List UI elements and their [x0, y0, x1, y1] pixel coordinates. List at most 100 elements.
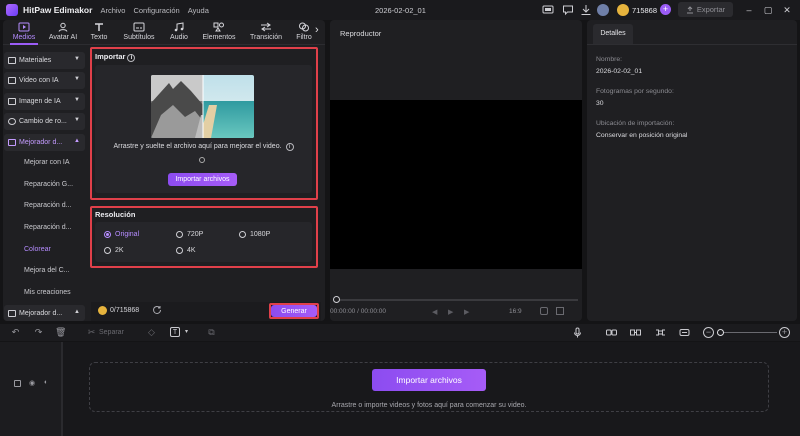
radio-2k[interactable]: 2K — [104, 247, 124, 254]
next-frame-icon[interactable]: ▶ — [464, 308, 469, 316]
add-credits-button[interactable]: + — [660, 4, 671, 15]
tab-filtro[interactable]: Filtro — [293, 22, 315, 41]
tab-audio[interactable]: Audio — [167, 22, 191, 41]
sidebar-sub-mis-creaciones[interactable]: Mis creaciones — [24, 289, 71, 296]
feedback-icon[interactable] — [562, 4, 574, 16]
text-tool-icon[interactable]: T — [170, 327, 180, 337]
tab-detalles[interactable]: Detalles — [593, 24, 633, 44]
detail-location-label: Ubicación de importación: — [596, 120, 675, 127]
playback-time: 00:00:00 / 00:00:00 — [330, 308, 387, 315]
magnet-icon[interactable] — [630, 327, 641, 338]
fit-icon[interactable] — [679, 327, 690, 338]
coin-icon — [98, 306, 107, 315]
radio-720p[interactable]: 720P — [176, 231, 203, 238]
app-name: HitPaw Edimakor — [23, 5, 93, 15]
menu-ayuda[interactable]: Ayuda — [188, 6, 209, 15]
prev-frame-icon[interactable]: ◀ — [432, 308, 437, 316]
elements-icon — [213, 22, 225, 32]
timeline-hint: Arrastre o importe videos y fotos aquí p… — [331, 402, 527, 409]
microphone-icon[interactable] — [572, 327, 583, 338]
sidebar-sub-colorear[interactable]: Colorear — [24, 246, 51, 253]
snapshot-icon[interactable] — [540, 307, 548, 315]
tab-texto[interactable]: Texto — [87, 22, 111, 41]
sample-preview-image — [151, 75, 254, 138]
aspect-ratio[interactable]: 16:9 — [509, 308, 522, 315]
sidebar-sub-mejorar-ia[interactable]: Mejorar con IA — [24, 159, 70, 166]
seek-bar[interactable] — [335, 299, 578, 301]
menu-configuracion[interactable]: Configuración — [133, 6, 179, 15]
tab-subtitulos[interactable]: Subtítulos — [119, 22, 159, 41]
chevron-down-icon[interactable]: ▾ — [181, 327, 192, 338]
import-files-button[interactable]: Importar archivos — [168, 173, 237, 186]
sidebar-item-cambio[interactable]: Cambio de ro... ▼ — [4, 113, 85, 130]
zoom-out-icon[interactable]: − — [703, 327, 714, 338]
sidebar-item-imagen-ia[interactable]: Imagen de IA ▼ — [4, 93, 85, 110]
sidebar-item-materiales[interactable]: Materiales ▼ — [4, 52, 85, 69]
resolution-card — [95, 222, 312, 262]
player-title: Reproductor — [340, 29, 382, 38]
export-button[interactable]: Exportar — [678, 2, 733, 17]
sidebar-item-mejorador[interactable]: Mejorador d... ▲ — [4, 134, 85, 151]
detail-name-value: 2026-02-02_01 — [596, 68, 643, 75]
undo-icon[interactable]: ↶ — [10, 327, 21, 338]
tab-transicion[interactable]: Transición — [247, 22, 285, 41]
split-icon[interactable]: ✂ — [86, 327, 97, 338]
refresh-icon[interactable] — [152, 305, 162, 315]
download-icon[interactable] — [580, 4, 592, 16]
track-lock-icon[interactable] — [14, 380, 21, 387]
split-label[interactable]: Separar — [99, 329, 124, 336]
zoom-slider[interactable] — [717, 332, 777, 333]
app-logo — [6, 4, 18, 16]
detail-name-label: Nombre: — [596, 56, 623, 63]
radio-4k[interactable]: 4K — [176, 247, 196, 254]
chevron-up-icon: ▲ — [74, 309, 80, 315]
sidebar-sub-reparacion-g[interactable]: Reparación G... — [24, 181, 73, 188]
timeline-import-button[interactable]: Importar archivos — [372, 369, 486, 391]
redo-icon[interactable]: ↷ — [33, 327, 44, 338]
folder-icon — [8, 57, 16, 64]
zoom-slider-handle[interactable] — [717, 329, 724, 336]
sidebar-item-mejorador-bottom[interactable]: Mejorador d... ▲ — [4, 305, 85, 321]
delete-icon[interactable]: 🗑 — [55, 327, 66, 338]
screen-icon[interactable] — [542, 4, 554, 16]
sidebar-sub-reparacion-d1[interactable]: Reparación d... — [24, 202, 71, 209]
crop-icon[interactable]: ⧉ — [206, 327, 217, 338]
fullscreen-icon[interactable] — [556, 307, 564, 315]
maximize-icon[interactable]: ▢ — [762, 4, 774, 16]
avatar[interactable] — [597, 4, 609, 16]
detail-fps-label: Fotogramas por segundo: — [596, 88, 674, 95]
shield-icon[interactable]: ◇ — [146, 327, 157, 338]
chevron-down-icon: ▼ — [74, 97, 80, 103]
minimize-icon[interactable]: – — [743, 4, 755, 16]
play-icon[interactable]: ▶ — [448, 308, 453, 316]
track-visibility-icon[interactable]: ◉ — [29, 379, 35, 387]
sidebar-item-video-ia[interactable]: Video con IA ▼ — [4, 72, 85, 89]
text-icon — [93, 22, 105, 32]
tab-medios[interactable]: Medios — [8, 22, 40, 41]
tab-avatar-ai[interactable]: Avatar AI — [45, 22, 81, 41]
radio-1080p[interactable]: 1080P — [239, 231, 270, 238]
video-preview — [330, 100, 582, 269]
image-icon — [8, 98, 16, 105]
credits-count: 715868 — [632, 6, 658, 15]
chevron-up-icon: ▲ — [74, 138, 80, 144]
sidebar-sub-mejora-c[interactable]: Mejora del C... — [24, 267, 70, 274]
menu-archivo[interactable]: Archivo — [100, 6, 125, 15]
generate-button[interactable]: Generar — [271, 305, 317, 317]
close-icon[interactable]: ✕ — [781, 4, 793, 16]
tabs-next-icon[interactable]: › — [315, 24, 319, 36]
seek-handle[interactable] — [333, 296, 340, 303]
transition-icon — [260, 22, 272, 32]
sidebar-sub-reparacion-d2[interactable]: Reparación d... — [24, 224, 71, 231]
link-icon[interactable] — [606, 327, 617, 338]
snap-icon[interactable] — [655, 327, 666, 338]
tab-elementos[interactable]: Elementos — [199, 22, 239, 41]
loading-indicator-icon — [199, 157, 205, 163]
active-tab-indicator — [10, 43, 38, 45]
export-icon — [686, 5, 693, 13]
radio-original[interactable]: Original — [104, 231, 139, 238]
import-drop-text: Arrastre y suelte el archivo aquí para m… — [95, 143, 312, 151]
zoom-in-icon[interactable]: + — [779, 327, 790, 338]
track-audio-icon[interactable]: ◐ — [44, 379, 48, 386]
track-header — [0, 342, 62, 436]
